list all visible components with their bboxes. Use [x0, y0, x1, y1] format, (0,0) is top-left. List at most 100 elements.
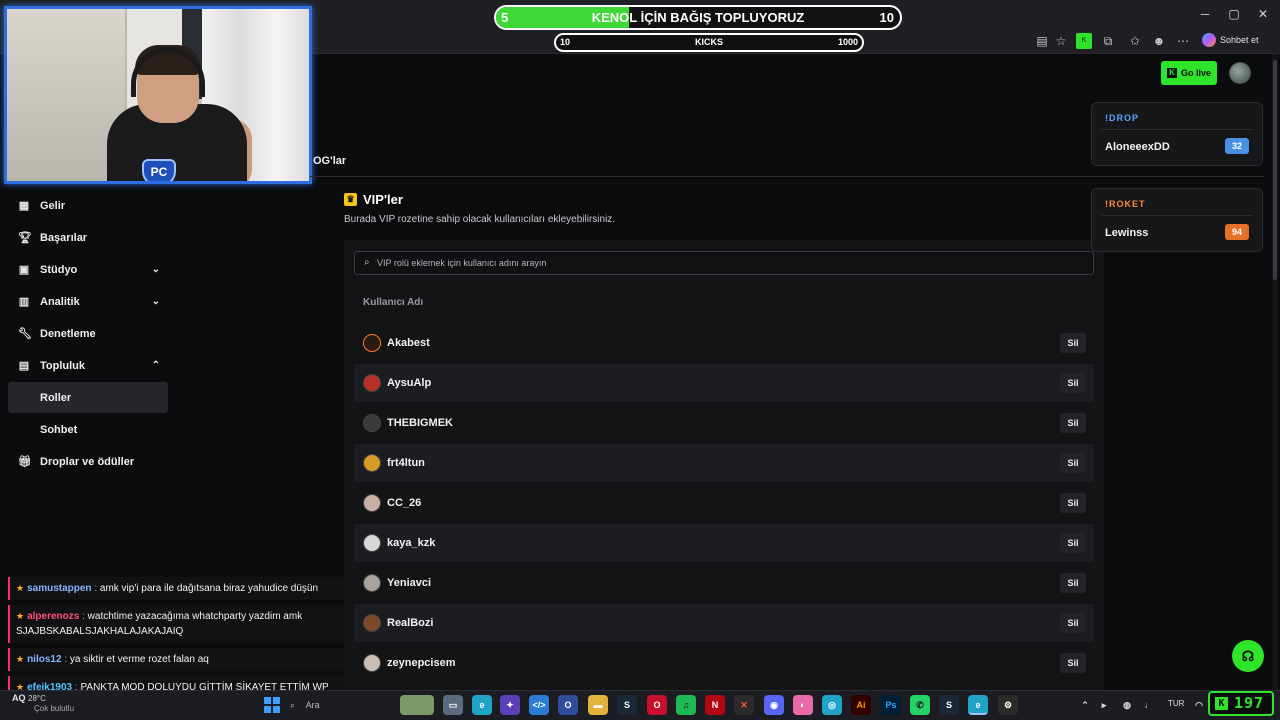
- kicks-progress-bar: KICKS 10 1000: [554, 33, 864, 52]
- sidebar-item-droplar[interactable]: 🎁︎ Droplar ve ödüller: [8, 446, 168, 477]
- divider: [1102, 215, 1252, 216]
- delete-button[interactable]: Sil: [1060, 333, 1086, 353]
- donation-title: KENOL İÇİN BAĞIŞ TOPLUYORUZ: [591, 10, 805, 25]
- sidebar-item-sohbet[interactable]: Sohbet: [8, 414, 168, 445]
- roket-widget-user: Lewinss: [1105, 227, 1149, 239]
- delete-button[interactable]: Sil: [1060, 653, 1086, 673]
- opera-icon[interactable]: O: [647, 695, 667, 715]
- chat-username: alperenozs: [27, 611, 80, 622]
- sidebar-item-roller[interactable]: Roller: [8, 382, 168, 413]
- extensions-icon[interactable]: ⧉: [1100, 33, 1116, 49]
- vip-search-input[interactable]: [377, 252, 1077, 274]
- tray-app-icon[interactable]: ▸: [1097, 695, 1111, 715]
- wifi-icon[interactable]: ◠: [1192, 695, 1206, 715]
- windows-start-icon[interactable]: [264, 697, 280, 713]
- chevron-down-icon: ⌄: [151, 296, 160, 307]
- avatar: [363, 614, 381, 632]
- vip-row: RealBozi Sil: [354, 604, 1094, 642]
- search-icon: ⌕: [364, 257, 370, 268]
- widgets-icon[interactable]: [400, 695, 434, 715]
- vip-username: zeynepcisem: [387, 657, 456, 669]
- tray-network-icon[interactable]: ◍: [1120, 695, 1134, 715]
- chevron-down-icon: ⌄: [151, 264, 160, 275]
- sidebar-item-label: Topluluk: [40, 359, 86, 372]
- star-icon: ★: [16, 654, 25, 664]
- sidebar-item-label: Droplar ve ödüller: [40, 455, 135, 468]
- favorites-bar-icon[interactable]: ✩: [1127, 33, 1143, 49]
- vip-row: zeynepcisem Sil: [354, 644, 1094, 682]
- go-live-button[interactable]: K Go live: [1161, 61, 1217, 85]
- vip-username: AysuAlp: [387, 377, 432, 389]
- kicks-title: KICKS: [694, 37, 723, 47]
- edge-icon[interactable]: e: [472, 695, 492, 715]
- sidebar-item-label: Gelir: [40, 199, 66, 212]
- extension-kick-icon[interactable]: K: [1076, 33, 1092, 49]
- vip-description: Burada VIP rozetine sahip olacak kullanı…: [344, 214, 616, 225]
- sidebar-item-label: Başarılar: [40, 231, 88, 244]
- photoshop-icon[interactable]: Ps: [881, 695, 901, 715]
- sidebar-item-denetleme[interactable]: 🔧︎ Denetleme: [8, 318, 168, 349]
- sidebar-item-basarilar[interactable]: 🏆︎ Başarılar: [8, 222, 168, 253]
- webcam-overlay: PC: [4, 6, 312, 184]
- photos-icon[interactable]: ◐: [793, 695, 813, 715]
- delete-button[interactable]: Sil: [1060, 493, 1086, 513]
- close-icon[interactable]: ✕: [1246, 4, 1280, 24]
- task-view-icon[interactable]: ▭: [443, 695, 463, 715]
- weather-status: Çok bulutlu: [34, 704, 75, 713]
- kick-viewer-count: 197: [1234, 694, 1265, 712]
- sidebar-item-analitik[interactable]: ▥ Analitik ⌄: [8, 286, 168, 317]
- more-menu-icon[interactable]: ⋯: [1175, 33, 1191, 49]
- drop-widget: !DROP AloneeexDD 32: [1091, 102, 1263, 166]
- steam-icon[interactable]: S: [617, 695, 637, 715]
- weather-widget[interactable]: AQ 28°C Çok bulutlu: [12, 693, 74, 714]
- vip-row: kaya_kzk Sil: [354, 524, 1094, 562]
- delete-button[interactable]: Sil: [1060, 413, 1086, 433]
- user-avatar[interactable]: [1229, 62, 1251, 84]
- avatar: [363, 334, 381, 352]
- microphone-icon[interactable]: ♩: [1142, 695, 1156, 715]
- illustrator-icon[interactable]: Ai: [851, 695, 871, 715]
- reader-icon[interactable]: ▤: [1034, 33, 1050, 49]
- vscode-icon[interactable]: </>: [529, 695, 549, 715]
- chat-username: samustappen: [27, 583, 92, 594]
- settings-icon[interactable]: ⚙: [998, 695, 1018, 715]
- vip-search-field[interactable]: ⌕: [354, 251, 1094, 275]
- delete-button[interactable]: Sil: [1060, 533, 1086, 553]
- tab-og[interactable]: OG'lar: [313, 155, 346, 167]
- favorite-icon[interactable]: ☆: [1053, 33, 1069, 49]
- spotify-icon[interactable]: ♫: [676, 695, 696, 715]
- roket-widget-count: 94: [1225, 224, 1249, 240]
- scrollbar-thumb[interactable]: [1273, 60, 1277, 280]
- sidebar-item-studyo[interactable]: ▣ Stüdyo ⌄: [8, 254, 168, 285]
- tray-chevron-icon[interactable]: ⌃: [1078, 695, 1092, 715]
- kick-logo-icon: K: [1215, 697, 1228, 710]
- donation-goal-value: 10: [879, 10, 894, 25]
- chat-username: nilos12: [27, 654, 62, 665]
- delete-button[interactable]: Sil: [1060, 613, 1086, 633]
- sidebar-item-gelir[interactable]: ▦ Gelir: [8, 190, 168, 221]
- profile-icon[interactable]: ☻: [1151, 33, 1167, 49]
- chat-message: ★ samustappen : amk vip'i para ile dağıts…: [8, 577, 348, 600]
- language-indicator[interactable]: TUR: [1168, 699, 1184, 708]
- avatar: [363, 534, 381, 552]
- copilot-chat-button[interactable]: Sohbet et: [1198, 31, 1263, 49]
- support-chat-button[interactable]: ☊: [1232, 640, 1264, 672]
- browser-icon[interactable]: ◎: [822, 695, 842, 715]
- discord-icon[interactable]: ◉: [764, 695, 784, 715]
- edge-active-icon[interactable]: e: [968, 695, 988, 715]
- folder-icon[interactable]: ▬: [588, 695, 608, 715]
- community-icon: ▤: [18, 359, 30, 372]
- app-icon[interactable]: ✦: [500, 695, 520, 715]
- whatsapp-icon[interactable]: ✆: [910, 695, 930, 715]
- sidebar-item-topluluk[interactable]: ▤ Topluluk ⌃: [8, 350, 168, 381]
- delete-button[interactable]: Sil: [1060, 573, 1086, 593]
- delete-button[interactable]: Sil: [1060, 373, 1086, 393]
- taskbar-search-label: Ara: [305, 700, 320, 710]
- taskbar-search[interactable]: ⌕ Ara: [290, 695, 390, 715]
- sidebar-item-label: Sohbet: [40, 423, 78, 436]
- delete-button[interactable]: Sil: [1060, 453, 1086, 473]
- capcut-icon[interactable]: ✕: [734, 695, 754, 715]
- netflix-icon[interactable]: N: [705, 695, 725, 715]
- steam-icon[interactable]: S: [939, 695, 959, 715]
- outlook-icon[interactable]: O: [558, 695, 578, 715]
